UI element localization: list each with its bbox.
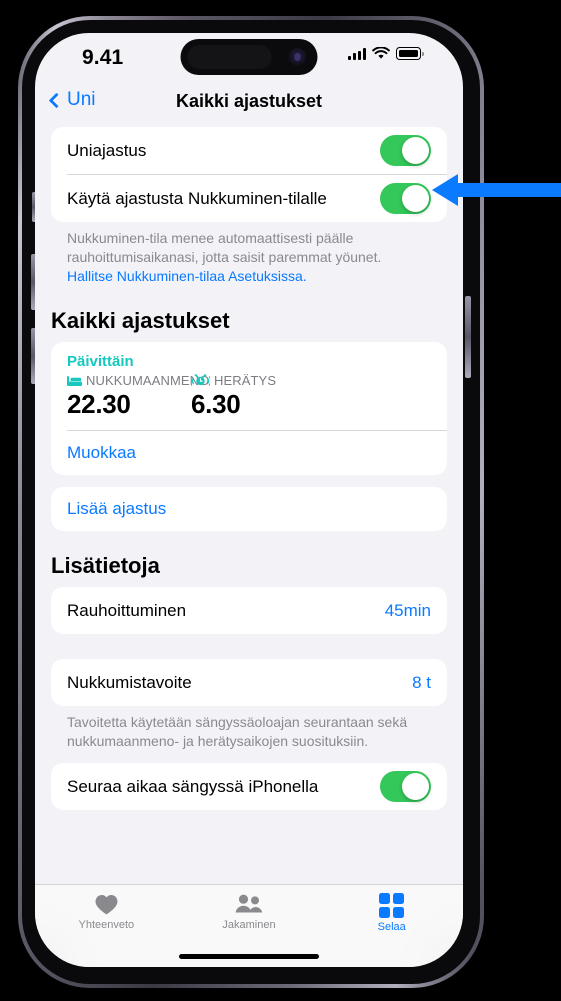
bedtime-caption-row: NUKKUMAANMENO xyxy=(67,373,209,388)
sleep-goal-card: Nukkumistavoite 8 t xyxy=(51,659,447,706)
left-arrow-annotation xyxy=(432,174,561,206)
track-time-card: Seuraa aikaa sängyssä iPhonella xyxy=(51,763,447,810)
alarm-column: HERÄTYS 6.30 xyxy=(191,373,315,420)
toggle-knob xyxy=(402,773,429,800)
tab-jakaminen-label: Jakaminen xyxy=(222,919,276,931)
schedule-card-body[interactable]: Päivittäin NUKKUMAANMENO 22.30 HERÄTYS 6… xyxy=(51,342,447,430)
dynamic-island xyxy=(180,39,318,75)
row-kayta-ajastusta-label: Käytä ajastusta Nukkuminen-tilalle xyxy=(67,188,327,208)
bedtime-value: 22.30 xyxy=(67,389,131,419)
add-schedule-card: Lisää ajastus xyxy=(51,487,447,531)
footnote-text: Nukkuminen-tila menee automaattisesti pä… xyxy=(67,230,382,265)
kayta-ajastusta-toggle[interactable] xyxy=(380,183,431,214)
row-nukkumistavoite[interactable]: Nukkumistavoite 8 t xyxy=(51,659,447,706)
page-title: Kaikki ajastukset xyxy=(175,91,323,111)
wifi-icon xyxy=(372,47,390,59)
add-schedule-button[interactable]: Lisää ajastus xyxy=(51,487,447,531)
uniajastus-toggle[interactable] xyxy=(380,135,431,166)
heart-icon xyxy=(95,895,118,915)
iphone-screen: 9.41 Uni Kaikki ajastukset Uniajastus Kä… xyxy=(35,33,463,967)
home-indicator[interactable] xyxy=(179,954,319,959)
schedule-card: Päivittäin NUKKUMAANMENO 22.30 HERÄTYS 6… xyxy=(51,342,447,475)
row-rauhoittuminen-value: 45min xyxy=(384,600,431,620)
grid-icon xyxy=(379,893,405,918)
status-bar-indicators xyxy=(348,47,424,60)
tab-selaa[interactable]: Selaa xyxy=(320,885,463,967)
row-rauhoittuminen-label: Rauhoittuminen xyxy=(67,600,187,620)
schedule-toggles-footnote: Nukkuminen-tila menee automaattisesti pä… xyxy=(51,222,447,286)
row-kayta-ajastusta[interactable]: Käytä ajastusta Nukkuminen-tilalle xyxy=(51,175,447,222)
tab-yhteenveto-label: Yhteenveto xyxy=(78,919,135,931)
seuraa-aikaa-toggle[interactable] xyxy=(380,771,431,802)
alarm-clock-icon xyxy=(191,374,210,386)
island-sensor-pill xyxy=(187,45,272,69)
toggle-knob xyxy=(402,137,429,164)
power-button[interactable] xyxy=(465,296,471,378)
people-icon xyxy=(235,894,263,913)
tab-yhteenveto[interactable]: Yhteenveto xyxy=(35,885,178,967)
signal-bars-icon xyxy=(348,47,366,60)
row-rauhoittuminen[interactable]: Rauhoittuminen 45min xyxy=(51,587,447,634)
iphone-frame: 9.41 Uni Kaikki ajastukset Uniajastus Kä… xyxy=(18,16,484,988)
bedtime-column: NUKKUMAANMENO 22.30 xyxy=(67,373,209,420)
alarm-caption: HERÄTYS xyxy=(214,373,277,388)
status-bar-time: 9.41 xyxy=(82,46,124,69)
more-info-header: Lisätietoja xyxy=(51,553,160,578)
row-uniajastus-label: Uniajastus xyxy=(67,140,147,160)
schedule-day-label: Päivittäin xyxy=(67,353,134,370)
row-seuraa-aikaa[interactable]: Seuraa aikaa sängyssä iPhonella xyxy=(51,763,447,810)
status-bar: 9.41 xyxy=(35,33,463,83)
all-schedules-header: Kaikki ajastukset xyxy=(51,308,230,333)
row-seuraa-aikaa-label: Seuraa aikaa sängyssä iPhonella xyxy=(67,776,319,796)
alarm-caption-row: HERÄTYS xyxy=(191,373,315,388)
settings-scroll-view[interactable]: Uniajastus Käytä ajastusta Nukkuminen-ti… xyxy=(35,127,463,967)
toggle-knob xyxy=(402,185,429,212)
tab-bar: Yhteenveto Jakaminen Selaa xyxy=(35,884,463,967)
winddown-card: Rauhoittuminen 45min xyxy=(51,587,447,634)
navigation-bar: Uni Kaikki ajastukset xyxy=(35,83,463,127)
edit-schedule-button[interactable]: Muokkaa xyxy=(51,431,447,475)
bed-icon xyxy=(67,375,82,386)
row-nukkumistavoite-label: Nukkumistavoite xyxy=(67,672,192,692)
screenshot-root: 9.41 Uni Kaikki ajastukset Uniajastus Kä… xyxy=(0,0,561,1001)
sleep-goal-footnote: Tavoitetta käytetään sängyssäoloajan seu… xyxy=(67,714,408,749)
footnote-link[interactable]: Hallitse Nukkuminen-tilaa Asetuksissa. xyxy=(67,268,307,284)
row-nukkumistavoite-value: 8 t xyxy=(412,672,431,692)
front-camera-icon xyxy=(288,48,307,66)
row-uniajastus[interactable]: Uniajastus xyxy=(51,127,447,174)
alarm-value: 6.30 xyxy=(191,389,241,419)
tab-selaa-label: Selaa xyxy=(377,921,406,933)
schedule-toggles-card: Uniajastus Käytä ajastusta Nukkuminen-ti… xyxy=(51,127,447,222)
battery-icon xyxy=(396,47,424,60)
